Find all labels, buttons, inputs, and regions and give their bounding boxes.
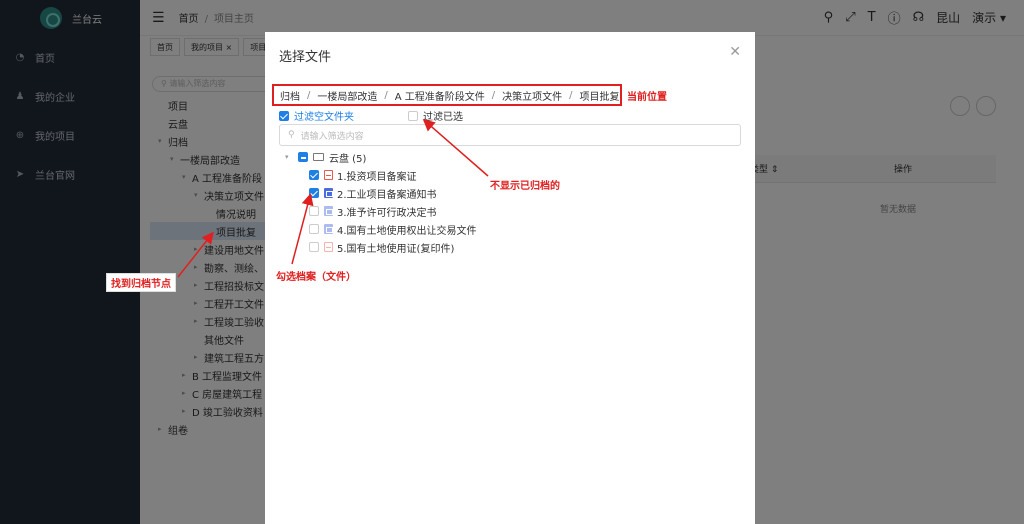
annotation-arrows: [177, 119, 489, 278]
annotation-current-position: 当前位置: [627, 92, 667, 103]
annotation-check-files: 勾选档案（文件）: [276, 272, 356, 283]
annotation-find-node: 找到归档节点: [106, 273, 176, 292]
annotation-not-archived: 不显示已归档的: [490, 181, 560, 192]
